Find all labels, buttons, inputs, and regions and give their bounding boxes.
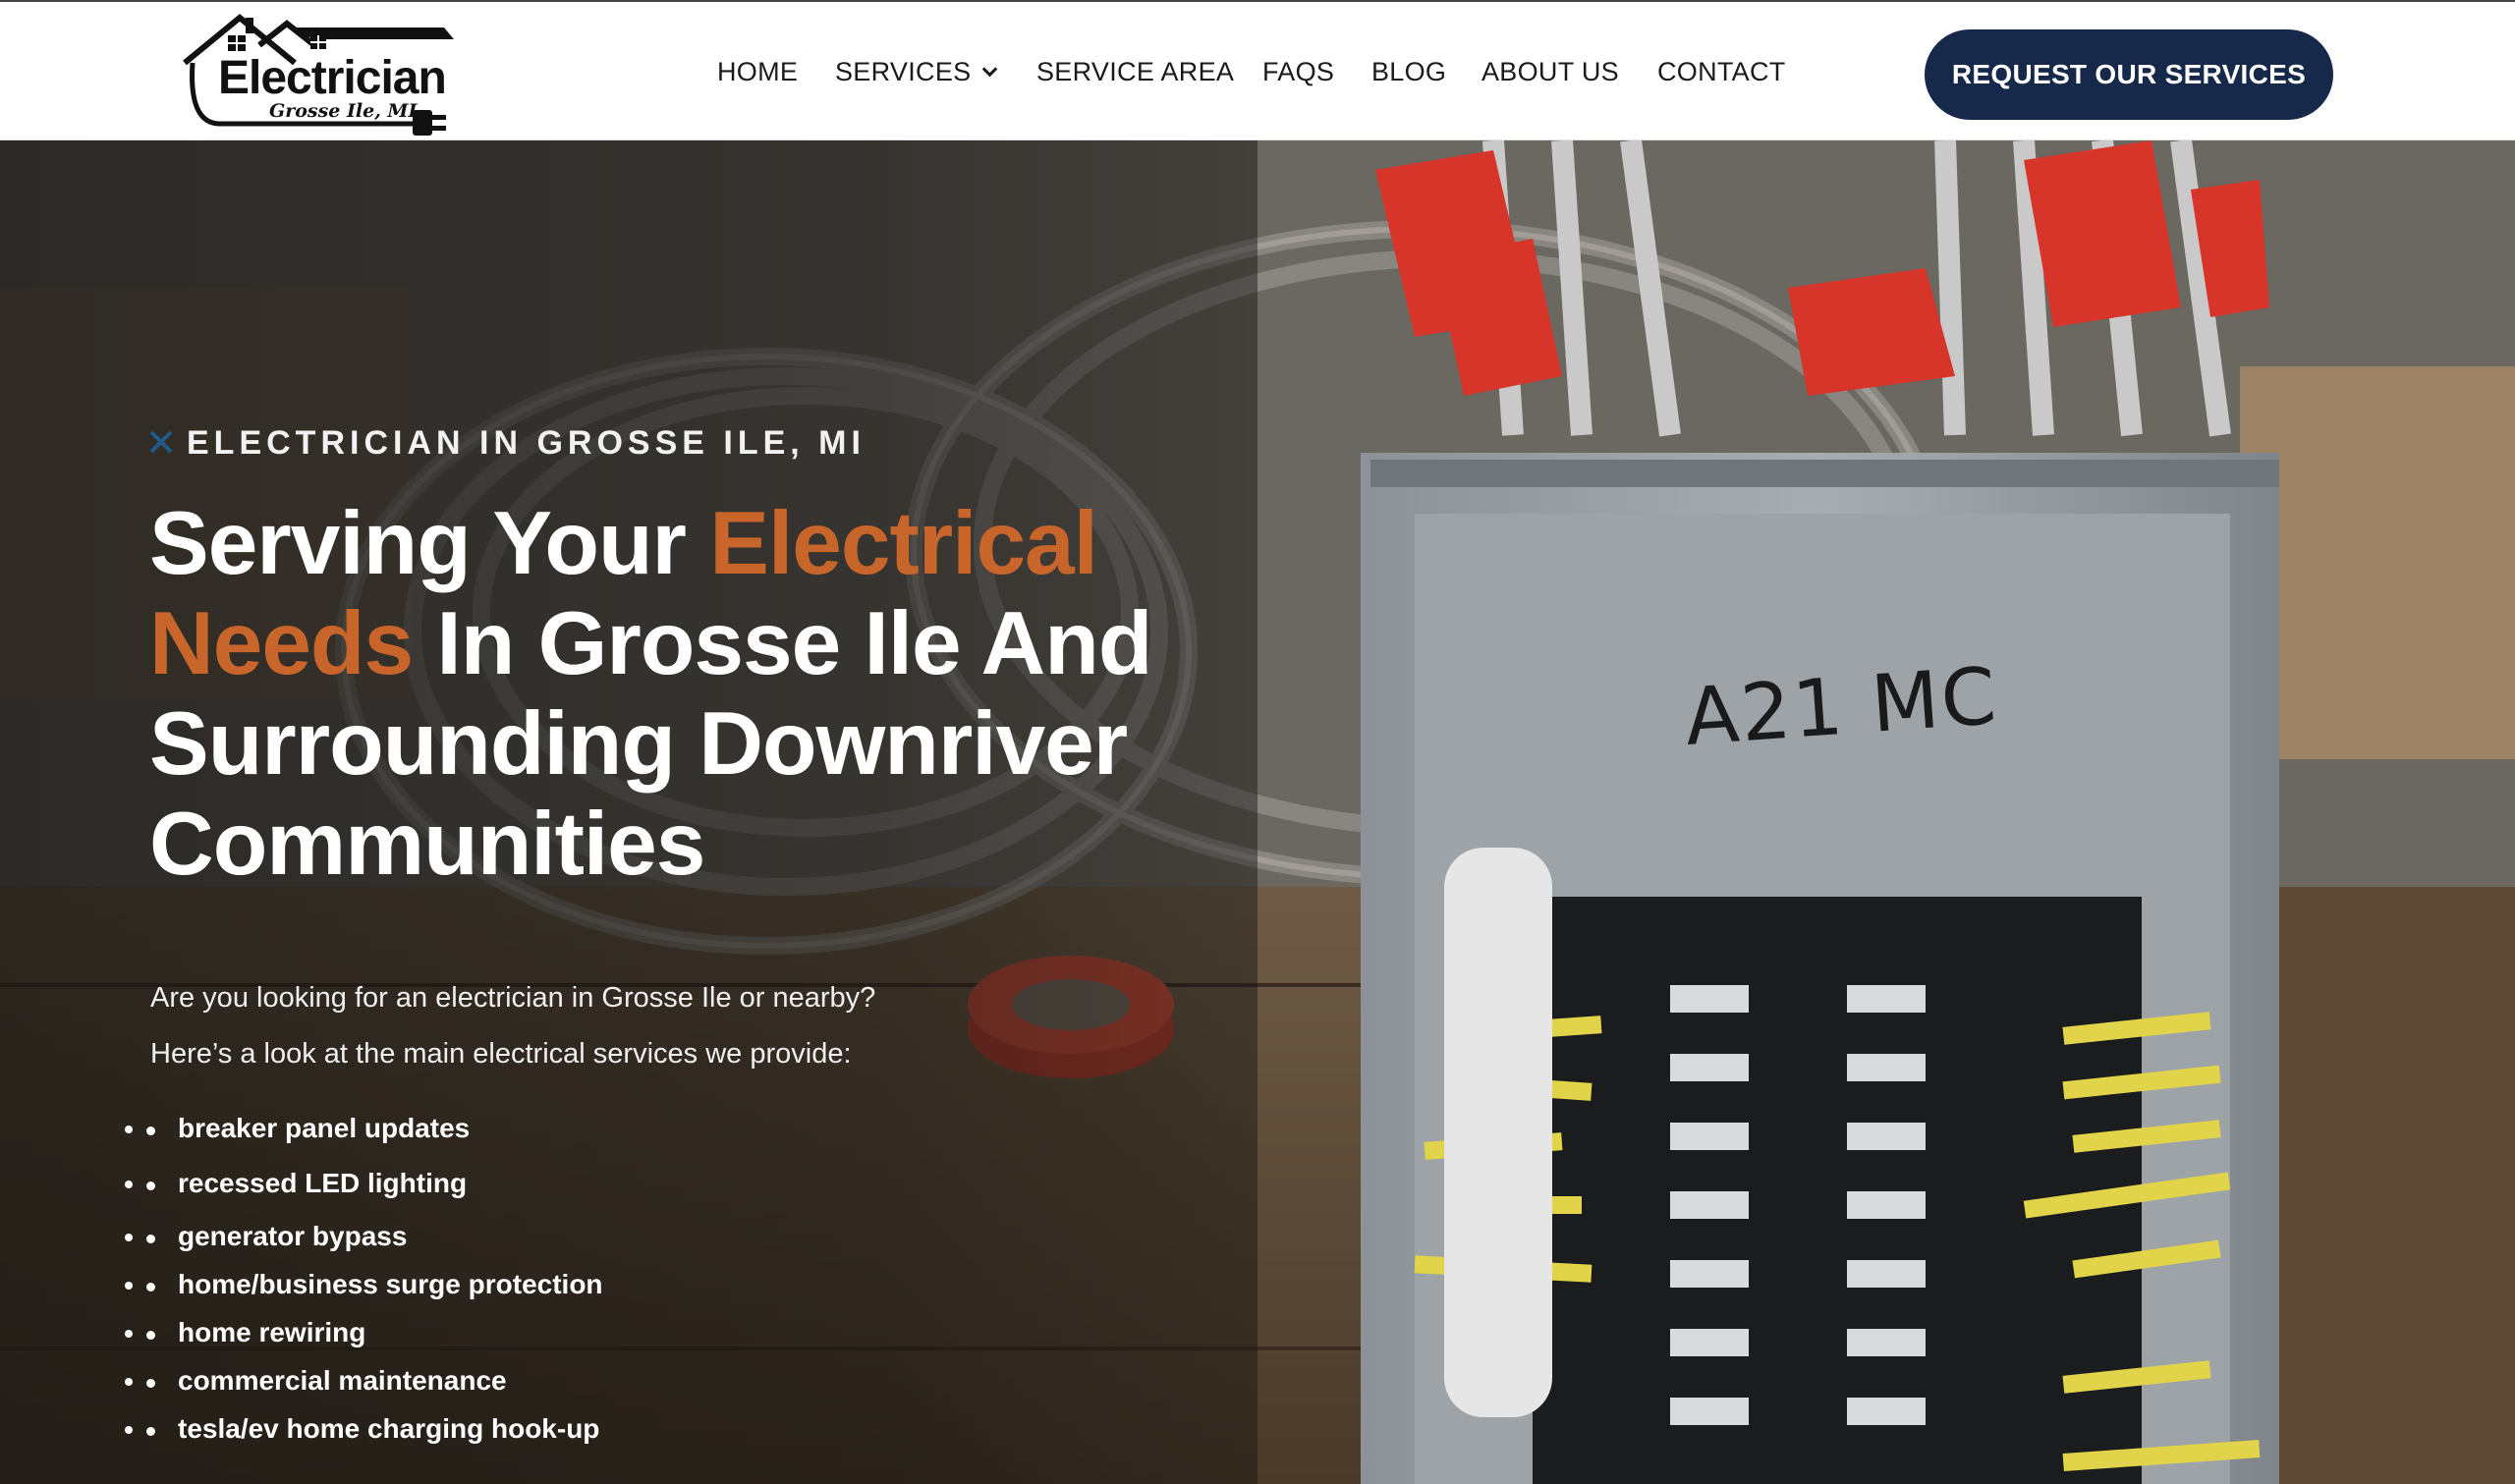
list-item: commercial maintenance [146, 1365, 507, 1397]
tools-icon [149, 430, 173, 454]
hero-eyebrow-text: ELECTRICIAN IN GROSSE ILE, MI [187, 424, 866, 462]
hero-intro-line-1: Are you looking for an electrician in Gr… [150, 982, 876, 1014]
list-item: breaker panel updates [145, 1113, 471, 1144]
nav-contact[interactable]: CONTACT [1657, 57, 1786, 87]
headline-accent-needs: Needs [149, 594, 414, 693]
nav-home[interactable]: HOME [717, 57, 798, 87]
list-item: tesla/ev home charging hook-up [145, 1413, 600, 1445]
list-item: home/business surge protection [146, 1269, 603, 1300]
headline-accent-electrical: Electrical [709, 494, 1098, 593]
logo-title: Electrician [218, 52, 447, 104]
nav-services-label: SERVICES [835, 57, 972, 86]
request-services-button[interactable]: REQUEST OUR SERVICES [1925, 29, 2333, 120]
list-item: recessed LED lighting [145, 1168, 468, 1199]
service-label: home/business surge protection [178, 1269, 603, 1299]
nav-service-area[interactable]: SERVICE AREA [1036, 57, 1234, 87]
service-label: generator bypass [178, 1221, 408, 1251]
headline-part-1: Serving Your [149, 494, 710, 593]
list-item: home rewiring [145, 1317, 366, 1348]
service-label: commercial maintenance [178, 1365, 507, 1396]
service-label: recessed LED lighting [178, 1168, 468, 1198]
hero-intro-line-2: Here’s a look at the main electrical ser… [150, 1038, 852, 1070]
nav-services[interactable]: SERVICES [835, 57, 998, 87]
service-label: home rewiring [178, 1317, 366, 1347]
service-label: tesla/ev home charging hook-up [178, 1413, 600, 1444]
chevron-down-icon [982, 61, 998, 78]
logo-subtitle: Grosse Ile, MI [269, 100, 418, 122]
site-logo[interactable]: Electrician Grosse Ile, MI [179, 6, 460, 139]
list-item: generator bypass [145, 1221, 408, 1252]
hero-headline: Serving Your Electrical Needs In Grosse I… [149, 494, 1210, 895]
nav-blog[interactable]: BLOG [1371, 57, 1446, 87]
hero-section: A21 MC ELECTRICIAN IN GROSSE ILE, MI Ser… [0, 140, 2515, 1484]
site-header: Electrician Grosse Ile, MI HOME SERVICES… [0, 0, 2515, 140]
hero-eyebrow: ELECTRICIAN IN GROSSE ILE, MI [147, 424, 866, 463]
service-label: breaker panel updates [178, 1113, 471, 1143]
nav-about-us[interactable]: ABOUT US [1481, 57, 1619, 87]
nav-faqs[interactable]: FAQS [1262, 57, 1334, 87]
